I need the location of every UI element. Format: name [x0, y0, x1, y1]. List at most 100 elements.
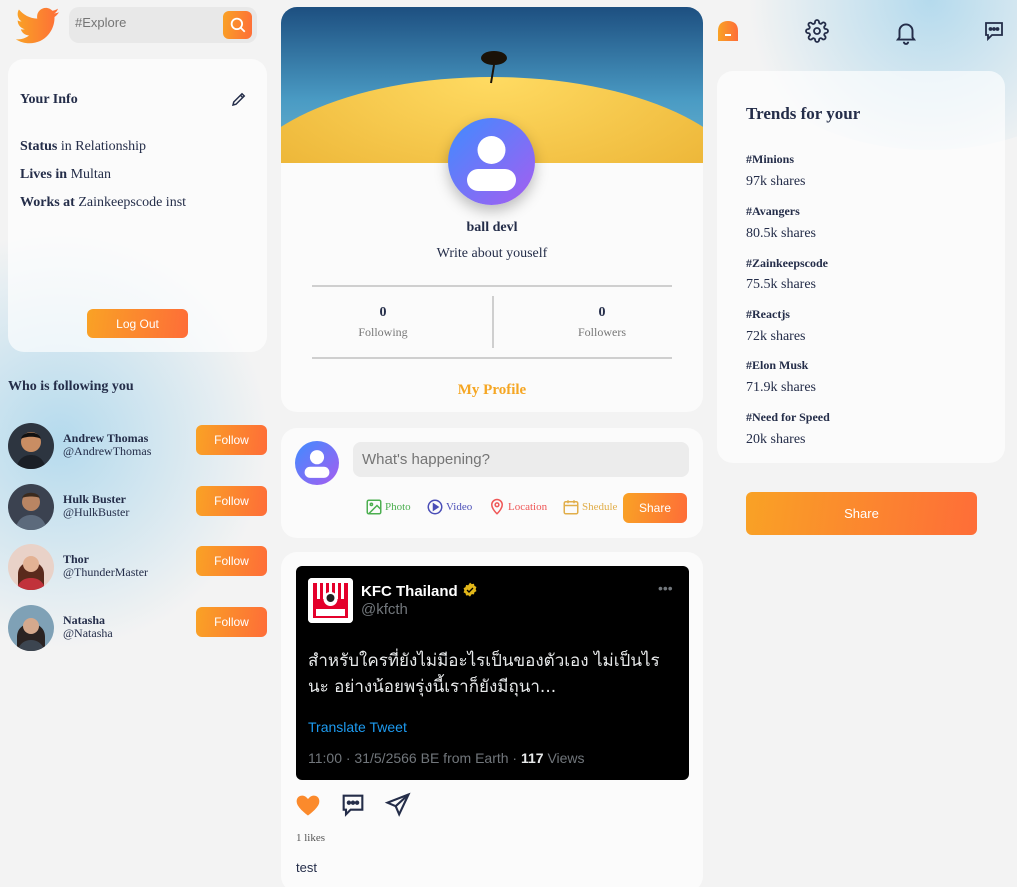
trend-tag[interactable]: #Zainkeepscode	[746, 256, 828, 271]
share-button[interactable]: Share	[746, 492, 977, 535]
edit-pencil-icon[interactable]	[230, 90, 248, 113]
divider	[312, 357, 672, 359]
composer-avatar	[295, 441, 339, 485]
trend-shares: 97k shares	[746, 174, 806, 189]
trend-tag[interactable]: #Minions	[746, 152, 794, 167]
post-input[interactable]	[353, 442, 689, 477]
divider	[312, 285, 672, 287]
likes-count: 1 likes	[296, 832, 326, 844]
trend-tag[interactable]: #Reactjs	[746, 307, 790, 322]
video-option[interactable]: Video	[426, 498, 472, 516]
video-play-icon	[427, 499, 443, 515]
profile-card: ball devl Write about youself 0 Followin…	[281, 7, 703, 412]
info-status-value: in Relationship	[57, 139, 147, 154]
following-count: 0	[379, 305, 387, 320]
follower-item: Thor @ThunderMaster Follow	[8, 544, 268, 594]
embedded-tweet: KFC Thailand @kfcth ••• สำหรับใครที่ยังไ…	[296, 566, 689, 780]
info-lives-label: Lives in	[20, 167, 68, 182]
follower-username: @ThunderMaster	[63, 565, 149, 579]
info-card: Your Info Status in Relationship Lives i…	[8, 59, 267, 352]
follower-username: @AndrewThomas	[63, 444, 152, 458]
share-send-icon[interactable]	[384, 791, 412, 824]
followers-count: 0	[598, 305, 606, 320]
info-title: Your Info	[20, 92, 78, 107]
search-button[interactable]	[223, 11, 252, 39]
avatar	[8, 484, 54, 530]
twitter-logo-icon[interactable]	[15, 7, 60, 45]
home-icon[interactable]	[716, 19, 740, 48]
notification-bell-icon[interactable]	[893, 19, 919, 50]
trend-shares: 71.9k shares	[746, 380, 816, 395]
tweet-views-count: 117	[520, 750, 544, 766]
tweet-text: สำหรับใครที่ยังไม่มีอะไรเป็นของตัวเอง ไม…	[308, 651, 660, 697]
info-works-label: Works at	[20, 195, 75, 210]
info-status-label: Status	[20, 139, 58, 154]
tweet-author-name: KFC Thailand	[361, 582, 478, 600]
avatar	[8, 544, 54, 590]
trends-card: Trends for your #Minions 97k shares #Ava…	[717, 71, 1005, 463]
post-card: KFC Thailand @kfcth ••• สำหรับใครที่ยังไ…	[281, 552, 703, 887]
info-lives-in: Lives in Multan	[20, 167, 111, 183]
avatar	[8, 605, 54, 651]
tweet-views-label: Views	[543, 750, 585, 766]
tweet-handle: @kfcth	[361, 601, 408, 618]
trend-shares: 20k shares	[746, 432, 806, 447]
location-pin-icon	[490, 498, 504, 515]
kfc-logo-icon	[308, 578, 353, 623]
followers-title: Who is following you	[8, 379, 134, 394]
photo-option[interactable]: Photo	[365, 498, 411, 516]
search-input[interactable]	[75, 15, 215, 30]
follower-item: Andrew Thomas @AndrewThomas Follow	[8, 423, 268, 473]
logout-button[interactable]: Log Out	[87, 309, 188, 338]
location-label: Location	[508, 501, 548, 513]
avatar	[8, 423, 54, 469]
calendar-icon	[563, 500, 579, 515]
follow-button[interactable]: Follow	[196, 546, 267, 576]
post-caption: test	[296, 860, 317, 875]
post-share-button[interactable]: Share	[623, 493, 687, 523]
search-icon	[230, 17, 245, 33]
follow-button[interactable]: Follow	[196, 486, 267, 516]
info-works-at: Works at Zainkeepscode inst	[20, 195, 186, 211]
follower-item: Natasha @Natasha Follow	[8, 605, 268, 655]
info-lives-value: Multan	[67, 167, 112, 182]
settings-gear-icon[interactable]	[805, 19, 829, 48]
trend-shares: 72k shares	[746, 329, 806, 344]
trend-shares: 80.5k shares	[746, 226, 816, 241]
heart-icon[interactable]	[294, 791, 322, 824]
follower-item: Hulk Buster @HulkBuster Follow	[8, 484, 268, 534]
trend-tag[interactable]: #Avangers	[746, 204, 800, 219]
following-label: Following	[358, 325, 408, 339]
post-composer: Photo Video Location Shedule Share	[281, 428, 703, 538]
profile-avatar[interactable]	[448, 118, 535, 205]
my-profile-link[interactable]: My Profile	[281, 382, 703, 399]
follow-button[interactable]: Follow	[196, 425, 267, 455]
photo-icon	[366, 499, 382, 515]
location-option[interactable]: Location	[488, 498, 547, 516]
profile-name: ball devl	[466, 220, 518, 235]
trend-tag[interactable]: #Need for Speed	[746, 410, 830, 425]
more-options-icon[interactable]: •••	[658, 580, 673, 596]
schedule-label: Shedule	[582, 501, 618, 513]
info-works-value: Zainkeepscode inst	[74, 195, 187, 210]
verified-badge-icon	[463, 582, 477, 597]
translate-tweet-link[interactable]: Translate Tweet	[308, 719, 407, 735]
search-bar	[69, 7, 257, 43]
photo-label: Photo	[385, 501, 411, 513]
info-status: Status in Relationship	[20, 139, 146, 155]
trend-tag[interactable]: #Elon Musk	[746, 358, 808, 373]
trend-shares: 75.5k shares	[746, 277, 816, 292]
message-icon[interactable]	[982, 19, 1006, 48]
video-label: Video	[446, 501, 473, 513]
tweet-author-text: KFC Thailand	[361, 583, 458, 600]
tweet-timestamp: 11:00 · 31/5/2566 BE from Earth ·	[308, 750, 521, 766]
profile-bio: Write about youself	[436, 246, 548, 261]
trends-title: Trends for your	[746, 104, 861, 123]
follow-button[interactable]: Follow	[196, 607, 267, 637]
comment-icon[interactable]	[339, 791, 367, 824]
stat-divider	[492, 296, 494, 348]
followers-label: Followers	[578, 325, 626, 339]
follower-username: @Natasha	[63, 626, 113, 640]
follower-username: @HulkBuster	[63, 505, 130, 519]
schedule-option[interactable]: Shedule	[562, 498, 617, 516]
